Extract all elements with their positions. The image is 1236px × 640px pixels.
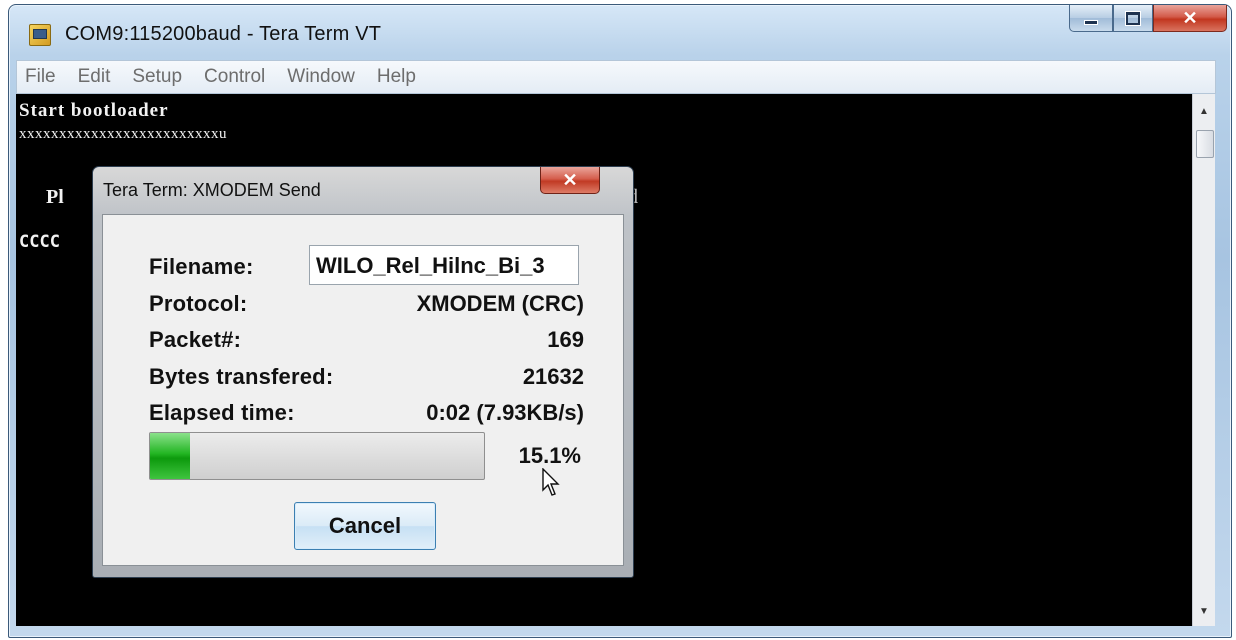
terminal-line: Start bootloader [19,100,169,121]
progress-fill [150,433,191,479]
close-icon: ✕ [562,169,578,190]
dialog-title: Tera Term: XMODEM Send [103,180,321,200]
terminal-line: CCCC [19,232,60,252]
elapsed-time-label: Elapsed time: [149,400,295,425]
protocol-value: XMODEM (CRC) [416,291,584,316]
filename-field[interactable]: WILO_Rel_Hilnc_Bi_3 [309,245,579,285]
terminal-line: Pl [46,186,64,208]
window-title: COM9:115200baud - Tera Term VT [65,23,382,45]
maximize-icon [1126,11,1140,25]
progress-percent: 15.1% [518,443,581,468]
packet-value: 169 [547,327,584,352]
menu-control[interactable]: Control [193,62,276,92]
scroll-up-arrow-icon[interactable]: ▲ [1193,100,1215,122]
terminal-line: xxxxxxxxxxxxxxxxxxxxxxxxxu [19,126,227,142]
xmodem-send-dialog: Tera Term: XMODEM Send ✕ Filename: WILO_… [92,166,634,578]
scroll-down-arrow-icon[interactable]: ▼ [1193,600,1215,622]
dialog-close-button[interactable]: ✕ [540,167,600,194]
minimize-button[interactable] [1069,5,1113,32]
scroll-thumb[interactable] [1196,130,1214,158]
close-button[interactable]: ✕ [1153,5,1227,32]
bytes-transferred-value: 21632 [522,364,584,389]
protocol-label: Protocol: [149,291,248,316]
mouse-pointer-icon [542,468,560,496]
menu-help[interactable]: Help [366,62,427,92]
progress-bar [149,432,485,480]
close-icon: ✕ [1182,7,1198,28]
tera-term-app-icon[interactable] [29,24,51,46]
menu-edit[interactable]: Edit [67,62,122,92]
title-bar[interactable]: COM9:115200baud - Tera Term VT ✕ [9,5,1231,61]
minimize-icon [1084,19,1098,25]
menu-window[interactable]: Window [276,62,366,92]
elapsed-time-value: 0:02 (7.93KB/s) [426,400,584,425]
cancel-button[interactable]: Cancel [294,502,436,550]
packet-label: Packet#: [149,327,242,352]
vertical-scrollbar[interactable]: ▲ ▼ [1192,94,1215,626]
dialog-body: Filename: WILO_Rel_Hilnc_Bi_3 Protocol: … [102,214,624,566]
menu-file[interactable]: File [17,62,67,92]
maximize-button[interactable] [1113,5,1153,32]
caption-buttons: ✕ [1069,5,1227,33]
filename-label: Filename: [149,254,254,279]
menu-bar: File Edit Setup Control Window Help [16,60,1216,94]
bytes-transferred-label: Bytes transfered: [149,364,334,389]
menu-setup[interactable]: Setup [121,62,193,92]
